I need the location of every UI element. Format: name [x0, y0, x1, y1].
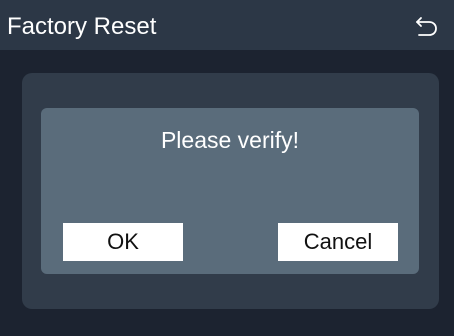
page-title: Factory Reset: [7, 13, 157, 40]
title-bar: Factory Reset: [0, 0, 454, 50]
back-button[interactable]: [412, 13, 440, 39]
ok-button[interactable]: OK: [63, 223, 183, 261]
return-icon: [416, 17, 437, 36]
cancel-button[interactable]: Cancel: [278, 223, 398, 261]
verify-dialog: Please verify! OK Cancel: [41, 108, 419, 274]
dialog-message: Please verify!: [160, 127, 300, 153]
